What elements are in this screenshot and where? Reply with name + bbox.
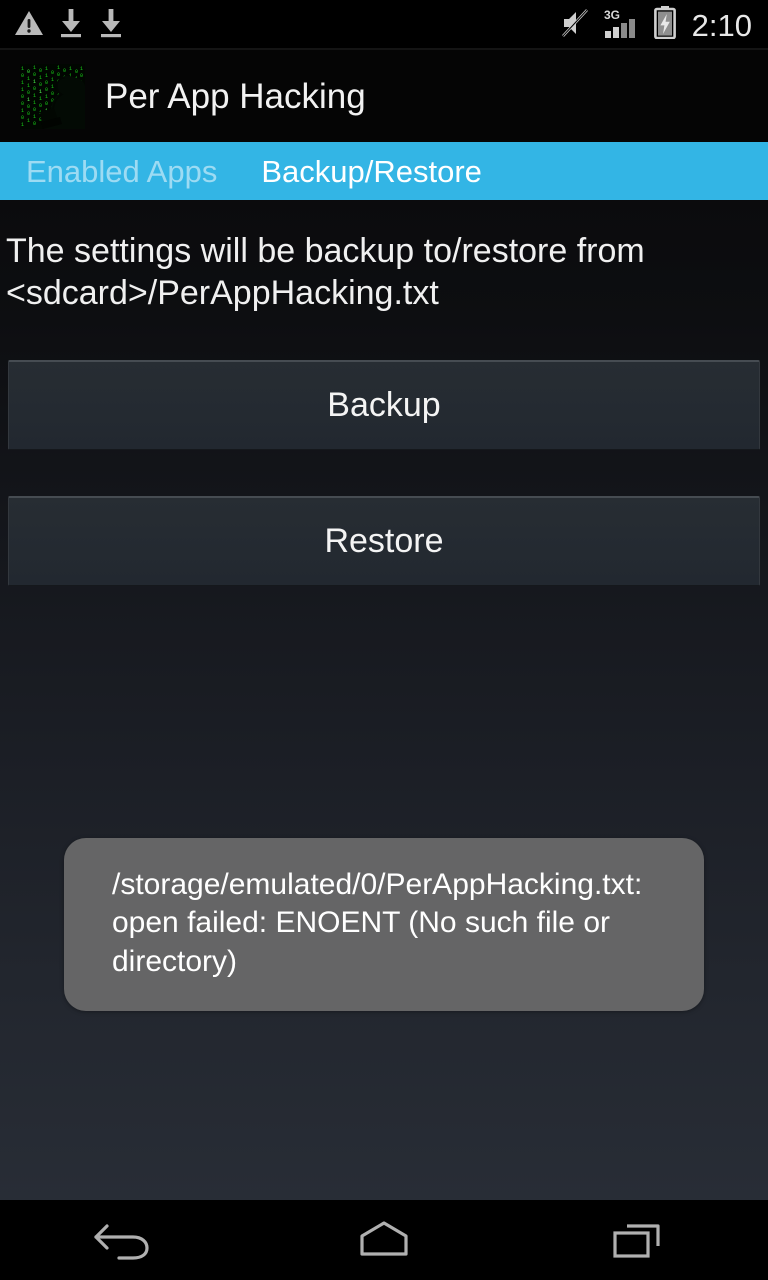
svg-text:1: 1 (45, 73, 48, 79)
recents-icon[interactable] (550, 1200, 730, 1280)
app-header: 101 100 101 011 010 01 101 011 010 010 1… (0, 50, 768, 142)
svg-text:0: 0 (63, 68, 66, 74)
svg-text:1: 1 (57, 65, 60, 71)
navigation-bar (0, 1200, 768, 1280)
svg-text:0: 0 (39, 103, 42, 109)
svg-text:1: 1 (45, 66, 48, 72)
signal-3g-icon: 3G (603, 7, 643, 44)
download-icon (58, 8, 84, 43)
svg-text:1: 1 (51, 77, 54, 83)
status-bar-right-icons: 3G 2:10 (560, 6, 752, 44)
svg-text:1: 1 (45, 94, 48, 100)
home-icon[interactable] (294, 1200, 474, 1280)
svg-text:1: 1 (27, 83, 30, 89)
svg-text:0: 0 (27, 90, 30, 96)
svg-text:1: 1 (33, 100, 36, 106)
svg-text:0: 0 (45, 101, 48, 107)
svg-text:1: 1 (51, 84, 54, 90)
svg-text:1: 1 (69, 66, 72, 72)
status-bar-clock: 2:10 (691, 7, 752, 43)
svg-text:0: 0 (39, 82, 42, 88)
svg-text:0: 0 (27, 104, 30, 110)
svg-text:1: 1 (33, 65, 36, 71)
svg-text:0: 0 (27, 69, 30, 75)
svg-text:1: 1 (39, 89, 42, 95)
svg-text:0: 0 (33, 72, 36, 78)
download-icon-2 (98, 8, 124, 43)
restore-button[interactable]: Restore (8, 496, 760, 587)
volume-muted-icon (560, 7, 592, 44)
svg-text:1: 1 (21, 122, 24, 128)
svg-text:0: 0 (27, 111, 30, 117)
status-bar-left-icons (14, 8, 124, 43)
toast-text: /storage/emulated/0/PerAppHacking.txt: o… (112, 868, 643, 978)
svg-text:0: 0 (21, 101, 24, 107)
svg-text:1: 1 (33, 114, 36, 120)
svg-text:0: 0 (80, 73, 83, 79)
svg-text:0: 0 (21, 115, 24, 121)
battery-charging-icon (653, 6, 676, 44)
svg-text:1: 1 (21, 66, 24, 72)
svg-text:1: 1 (21, 87, 24, 93)
svg-text:0: 0 (33, 121, 36, 127)
matrix-hacker-icon: 101 100 101 011 010 01 101 011 010 010 1… (20, 63, 85, 129)
tab-backup-restore[interactable]: Backup/Restore (239, 156, 504, 187)
svg-text:0: 0 (21, 73, 24, 79)
main-content: The settings will be backup to/restore f… (0, 200, 768, 1200)
svg-text:1: 1 (27, 118, 30, 124)
svg-text:0: 0 (51, 91, 54, 97)
back-icon[interactable] (38, 1200, 218, 1280)
svg-text:0: 0 (33, 86, 36, 92)
android-screen: 3G 2:10 1 0 1 1 0 0 1 0 1 0 1 1 0 1 0 0 … (0, 0, 768, 1280)
svg-text:1: 1 (27, 76, 30, 82)
tab-enabled-apps[interactable]: Enabled Apps (4, 156, 239, 187)
svg-text:1: 1 (80, 66, 83, 72)
svg-text:1: 1 (33, 93, 36, 99)
svg-text:0: 0 (45, 87, 48, 93)
warning-triangle-icon (14, 9, 44, 42)
svg-text:1: 1 (39, 96, 42, 102)
status-bar: 3G 2:10 (0, 0, 768, 50)
svg-text:0: 0 (21, 94, 24, 100)
svg-text:0: 0 (39, 68, 42, 74)
svg-text:0: 0 (75, 69, 78, 75)
svg-text:1: 1 (21, 108, 24, 114)
toast-message: /storage/emulated/0/PerAppHacking.txt: o… (64, 838, 704, 1012)
backup-button[interactable]: Backup (8, 360, 760, 451)
svg-text:0: 0 (51, 70, 54, 76)
svg-text:3G: 3G (604, 8, 620, 22)
svg-text:1: 1 (33, 79, 36, 85)
svg-text:0: 0 (45, 80, 48, 86)
svg-text:1: 1 (21, 80, 24, 86)
svg-text:0: 0 (57, 72, 60, 78)
svg-text:1: 1 (27, 97, 30, 103)
description-text: The settings will be backup to/restore f… (6, 232, 645, 313)
svg-text:1: 1 (39, 75, 42, 81)
svg-text:0: 0 (33, 107, 36, 113)
page-title: Per App Hacking (105, 76, 366, 116)
tab-bar: Enabled Apps Backup/Restore (0, 142, 768, 200)
